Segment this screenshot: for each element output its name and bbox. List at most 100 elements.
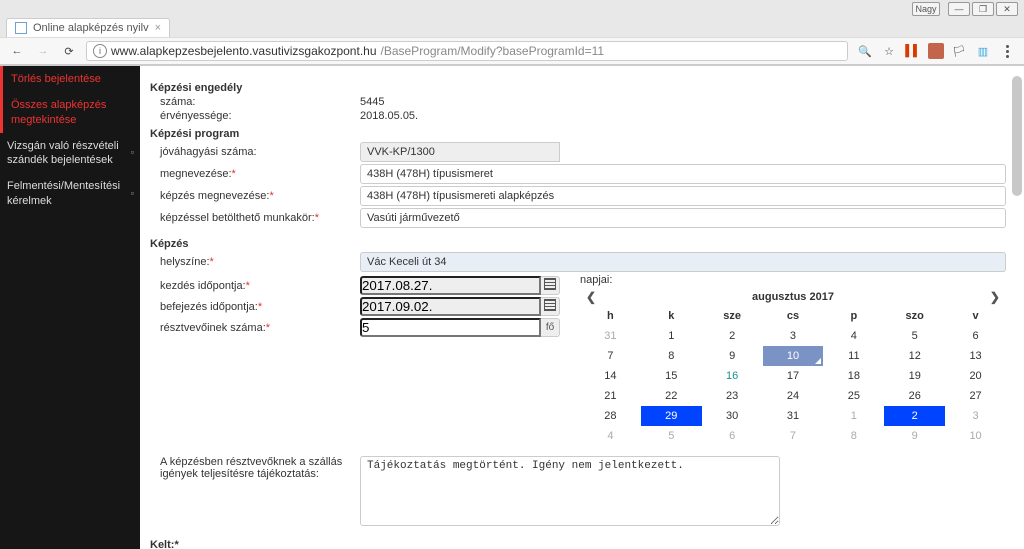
calendar-day[interactable]: 17 bbox=[763, 366, 824, 386]
input-munkakor[interactable] bbox=[360, 208, 1006, 228]
calendar-day[interactable]: 6 bbox=[945, 326, 1006, 346]
calendar-day[interactable]: 1 bbox=[823, 406, 884, 426]
label-helyszin: helyszíne: bbox=[160, 256, 210, 268]
window-close-button[interactable]: ✕ bbox=[996, 2, 1018, 16]
datepicker-befejez-button[interactable] bbox=[541, 297, 560, 316]
calendar-day[interactable]: 31 bbox=[580, 326, 641, 346]
calendar-day[interactable]: 3 bbox=[763, 326, 824, 346]
section-program-title: Képzési program bbox=[150, 128, 1006, 140]
calendar-day[interactable]: 25 bbox=[823, 386, 884, 406]
calendar-icon bbox=[544, 299, 556, 314]
calendar-day[interactable]: 13 bbox=[945, 346, 1006, 366]
scrollbar[interactable] bbox=[1012, 76, 1022, 539]
input-resztvevok[interactable] bbox=[360, 318, 541, 337]
calendar-weekday: h bbox=[580, 306, 641, 326]
calendar-day[interactable]: 19 bbox=[884, 366, 945, 386]
calendar-day[interactable]: 27 bbox=[945, 386, 1006, 406]
tab-favicon-icon bbox=[15, 22, 27, 34]
calendar-day[interactable]: 26 bbox=[884, 386, 945, 406]
sidebar-item-exam-intent[interactable]: Vizsgán való részvételi szándék bejelent… bbox=[0, 133, 140, 174]
sidebar-item-exemption[interactable]: Felmentési/Mentesítési kérelmek ▫ bbox=[0, 173, 140, 214]
sidebar-item-view-all[interactable]: Összes alapképzés megtekintése bbox=[0, 92, 140, 133]
input-jovahagy bbox=[360, 142, 560, 162]
calendar-day[interactable]: 3 bbox=[945, 406, 1006, 426]
browser-tab[interactable]: Online alapképzés nyilv × bbox=[6, 18, 170, 37]
calendar-day[interactable]: 2 bbox=[884, 406, 945, 426]
url-host: www.alapkepzesbejelento.vasutivizsgakozp… bbox=[111, 44, 377, 58]
textarea-szallas[interactable] bbox=[360, 456, 780, 526]
calendar-day[interactable]: 12 bbox=[884, 346, 945, 366]
calendar-day[interactable]: 18 bbox=[823, 366, 884, 386]
calendar-next-icon[interactable]: ❯ bbox=[990, 290, 1000, 304]
calendar-day[interactable]: 8 bbox=[641, 346, 702, 366]
window-minimize-button[interactable]: — bbox=[948, 2, 970, 16]
label-szama: száma: bbox=[150, 96, 360, 108]
calendar-title: augusztus 2017 bbox=[752, 291, 834, 303]
calendar-day[interactable]: 21 bbox=[580, 386, 641, 406]
site-info-icon[interactable]: i bbox=[93, 44, 107, 58]
sidebar-item-label: Felmentési/Mentesítési kérelmek bbox=[7, 179, 131, 208]
calendar-day[interactable]: 30 bbox=[702, 406, 763, 426]
zoom-icon[interactable]: 🔍 bbox=[856, 42, 874, 60]
calendar-day[interactable]: 31 bbox=[763, 406, 824, 426]
sidebar-item-delete-report[interactable]: Törlés bejelentése bbox=[0, 66, 140, 92]
input-befejez[interactable] bbox=[360, 297, 541, 316]
nav-forward-icon[interactable]: → bbox=[34, 42, 52, 60]
tab-close-icon[interactable]: × bbox=[155, 22, 161, 34]
section-engedely-title: Képzési engedély bbox=[150, 82, 1006, 94]
input-kezdes[interactable] bbox=[360, 276, 541, 295]
calendar-day[interactable]: 9 bbox=[884, 426, 945, 446]
main-content: Képzési engedély száma: 5445 érvényesség… bbox=[140, 66, 1024, 549]
input-kepzesmegnev[interactable] bbox=[360, 186, 1006, 206]
calendar-day[interactable]: 16 bbox=[702, 366, 763, 386]
calendar-day[interactable]: 4 bbox=[580, 426, 641, 446]
calendar-day[interactable]: 6 bbox=[702, 426, 763, 446]
calendar-day[interactable]: 4 bbox=[823, 326, 884, 346]
calendar-day[interactable]: 11 bbox=[823, 346, 884, 366]
calendar-day[interactable]: 9 bbox=[702, 346, 763, 366]
calendar-day[interactable]: 10 bbox=[763, 346, 824, 366]
calendar-day[interactable]: 7 bbox=[580, 346, 641, 366]
address-bar[interactable]: i www.alapkepzesbejelento.vasutivizsgako… bbox=[86, 41, 848, 61]
calendar-day[interactable]: 22 bbox=[641, 386, 702, 406]
calendar-weekday: k bbox=[641, 306, 702, 326]
calendar-day[interactable]: 28 bbox=[580, 406, 641, 426]
label-kepzesmegnev: képzés megnevezése: bbox=[160, 190, 269, 202]
bookmark-star-icon[interactable]: ☆ bbox=[880, 42, 898, 60]
calendar-day[interactable]: 14 bbox=[580, 366, 641, 386]
calendar-day[interactable]: 23 bbox=[702, 386, 763, 406]
input-helyszin[interactable] bbox=[360, 252, 1006, 272]
reload-icon[interactable]: ⟳ bbox=[60, 42, 78, 60]
office-icon[interactable]: ▌▌ bbox=[904, 42, 922, 60]
calendar-day[interactable]: 1 bbox=[641, 326, 702, 346]
avatar-icon[interactable] bbox=[928, 43, 944, 59]
extension-icon[interactable]: 🏳 bbox=[950, 42, 968, 60]
calendar-day[interactable]: 2 bbox=[702, 326, 763, 346]
calendar-day[interactable]: 5 bbox=[641, 426, 702, 446]
calendar-day[interactable]: 5 bbox=[884, 326, 945, 346]
calendar-day[interactable]: 29 bbox=[641, 406, 702, 426]
calendar-day[interactable]: 20 bbox=[945, 366, 1006, 386]
expand-icon: ▫ bbox=[131, 147, 134, 159]
datepicker-kezdes-button[interactable] bbox=[541, 276, 560, 295]
window-restore-button[interactable]: ❐ bbox=[972, 2, 994, 16]
label-ervenyesseg: érvényessége: bbox=[150, 110, 360, 122]
nav-back-icon[interactable]: ← bbox=[8, 42, 26, 60]
calendar-day[interactable]: 24 bbox=[763, 386, 824, 406]
sidebar-item-label: Vizsgán való részvételi szándék bejelent… bbox=[7, 139, 131, 168]
calendar-day[interactable]: 8 bbox=[823, 426, 884, 446]
calendar-prev-icon[interactable]: ❮ bbox=[586, 290, 596, 304]
hub-icon[interactable]: ▥ bbox=[974, 42, 992, 60]
input-megnev[interactable] bbox=[360, 164, 1006, 184]
calendar-grid: hkszecspszov3112345678910111213141516171… bbox=[580, 306, 1006, 446]
calendar-weekday: szo bbox=[884, 306, 945, 326]
label-megnev: megnevezése: bbox=[160, 168, 232, 180]
calendar-day[interactable]: 10 bbox=[945, 426, 1006, 446]
user-badge: Nagy bbox=[912, 2, 940, 16]
calendar-day[interactable]: 15 bbox=[641, 366, 702, 386]
url-path: /BaseProgram/Modify?baseProgramId=11 bbox=[381, 44, 605, 58]
calendar: ❮ augusztus 2017 ❯ hkszecspszov311234567… bbox=[580, 288, 1006, 446]
calendar-weekday: v bbox=[945, 306, 1006, 326]
calendar-day[interactable]: 7 bbox=[763, 426, 824, 446]
menu-icon[interactable] bbox=[998, 42, 1016, 60]
